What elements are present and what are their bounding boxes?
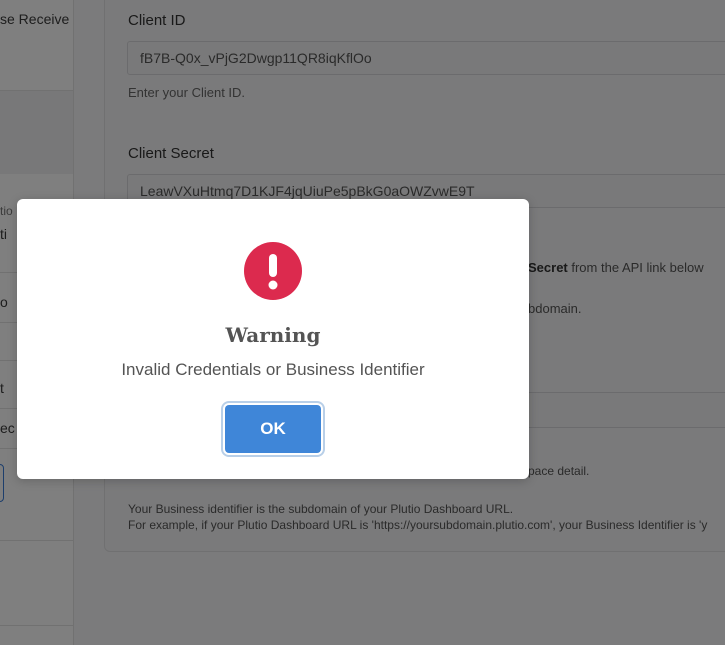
dialog-title: Warning xyxy=(225,323,321,347)
ok-button[interactable]: OK xyxy=(225,405,321,453)
exclamation-circle-icon xyxy=(244,242,302,300)
warning-dialog: Warning Invalid Credentials or Business … xyxy=(17,199,529,479)
dialog-message: Invalid Credentials or Business Identifi… xyxy=(121,360,425,379)
